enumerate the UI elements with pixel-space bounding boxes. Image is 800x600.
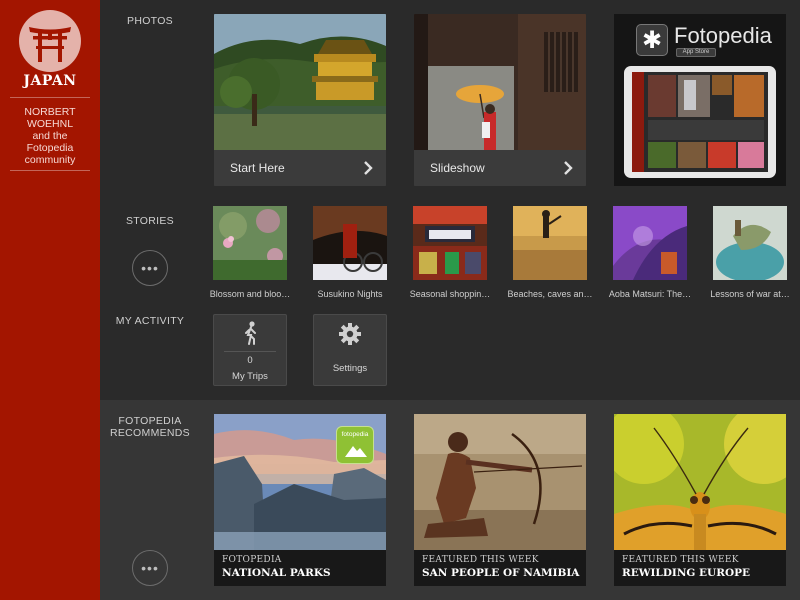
story-thumbnail [413,206,487,280]
app-store-badge: App Store [676,48,716,57]
story-item[interactable]: Aoba Matsuri: The… [609,206,691,299]
story-item[interactable]: Beaches, caves an… [507,206,593,299]
san-people-card[interactable]: FEATURED THIS WEEK SAN PEOPLE OF NAMIBIA [414,414,586,586]
torii-gate-icon[interactable] [19,10,81,72]
card-headline: SAN PEOPLE OF NAMIBIA [422,567,580,579]
walking-person-icon [245,321,256,345]
fotopedia-brand: Fotopedia [674,23,772,48]
card-kicker: FEATURED THIS WEEK [422,555,539,565]
story-thumbnail [713,206,787,282]
card-kicker: FOTOPEDIA [222,555,282,565]
recommends-section: FOTOPEDIA RECOMMENDS ••• fotopedia FOTOP… [100,400,800,600]
slideshow-card[interactable]: Slideshow [414,14,586,186]
rewilding-europe-card[interactable]: FEATURED THIS WEEK REWILDING EUROPE [614,414,786,586]
trips-label: My Trips [232,371,268,382]
card-kicker: FEATURED THIS WEEK [622,555,739,565]
national-parks-card[interactable]: fotopedia FOTOPEDIA NATIONAL PARKS [214,414,386,586]
fotopedia-app-promo[interactable]: ✱ Fotopedia App Store [614,14,786,186]
story-title: Aoba Matsuri: The… [608,289,692,299]
author-credit: NORBERT WOEHNL and the Fotopedia communi… [24,106,76,166]
card-headline: REWILDING EUROPE [622,567,750,579]
country-title: JAPAN [23,73,77,89]
recommends-label: FOTOPEDIA RECOMMENDS [109,415,190,439]
san-people-photo [414,414,586,550]
sidebar-divider [10,97,90,98]
trips-count: 0 [247,355,253,366]
story-title: Seasonal shoppin… [409,289,491,299]
recommends-more-button[interactable]: ••• [132,550,168,586]
story-title: Blossom and bloo… [209,289,291,299]
national-parks-caption: FOTOPEDIA NATIONAL PARKS [214,550,386,586]
story-title: Beaches, caves an… [507,289,593,299]
card-headline: NATIONAL PARKS [222,567,331,579]
butterfly-photo [614,414,786,550]
story-item[interactable]: Susukino Nights [313,206,387,299]
story-thumbnail [513,206,587,280]
story-item[interactable]: Lessons of war at… [710,206,790,299]
sidebar: JAPAN NORBERT WOEHNL and the Fotopedia c… [0,0,100,600]
settings-button[interactable]: Settings [313,314,387,386]
san-people-caption: FEATURED THIS WEEK SAN PEOPLE OF NAMIBIA [414,550,586,586]
activity-section: MY ACTIVITY 0 My Trips Settings [100,300,800,400]
slideshow-photo [414,14,586,150]
story-thumbnail [213,206,287,280]
sidebar-divider [10,170,90,171]
stories-more-button[interactable]: ••• [132,250,168,286]
fotopedia-logo-icon: ✱ [636,24,668,56]
start-here-label: Start Here [214,150,386,186]
rewilding-europe-caption: FEATURED THIS WEEK REWILDING EUROPE [614,550,786,586]
activity-label: MY ACTIVITY [115,315,185,327]
stories-label: STORIES [125,215,174,227]
trips-divider [224,351,276,352]
golden-pavilion-photo [214,14,386,150]
story-item[interactable]: Seasonal shoppin… [410,206,490,299]
chevron-right-icon [364,161,373,175]
ipad-preview-image [624,66,776,178]
story-item[interactable]: Blossom and bloo… [210,206,290,299]
stories-section: STORIES ••• Blossom and bloo… Susukino N… [100,200,800,300]
app-root: JAPAN NORBERT WOEHNL and the Fotopedia c… [0,0,800,600]
gear-icon [339,323,361,345]
story-title: Lessons of war at… [710,289,790,299]
settings-label: Settings [332,363,368,374]
fotopedia-badge-label: fotopedia [341,431,369,438]
story-thumbnail [613,206,687,280]
story-thumbnail [313,206,387,280]
fotopedia-badge: fotopedia [336,426,374,464]
my-trips-button[interactable]: 0 My Trips [213,314,287,386]
start-here-card[interactable]: Start Here [214,14,386,186]
photos-label: PHOTOS [127,15,173,27]
story-title: Susukino Nights [317,289,383,299]
chevron-right-icon [564,161,573,175]
mountain-icon [345,446,367,457]
photos-section: PHOTOS Start Here Slideshow ✱ Fotopedia … [100,0,800,200]
slideshow-label: Slideshow [414,150,586,186]
